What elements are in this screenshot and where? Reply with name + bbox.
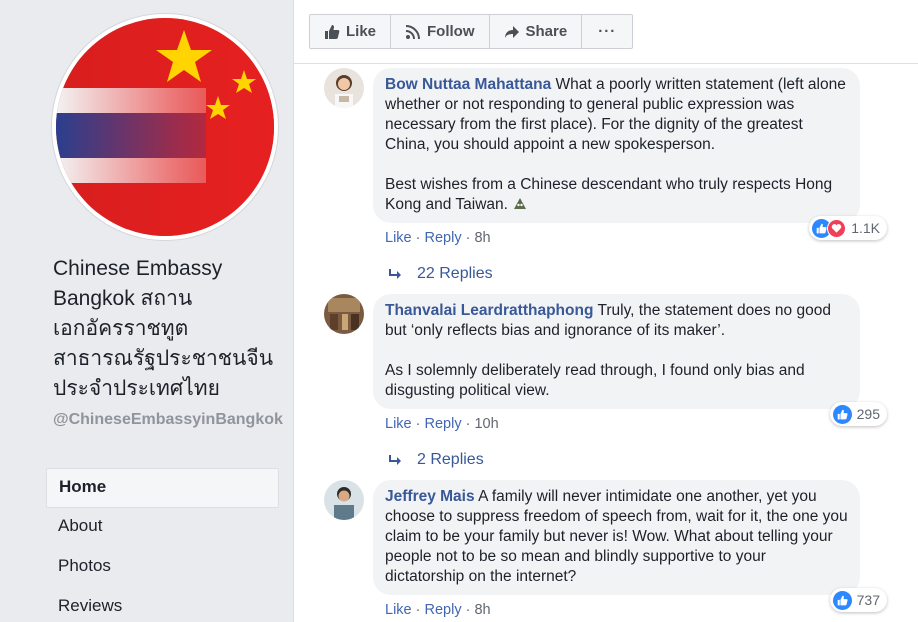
avatar-image xyxy=(324,294,364,334)
follow-page-button[interactable]: Follow xyxy=(391,15,490,48)
like-page-label: Like xyxy=(346,23,377,40)
comment-text-2: Best wishes from a Chinese descendant wh… xyxy=(385,176,833,213)
comment-timestamp[interactable]: 8h xyxy=(474,602,490,618)
comment-like-link[interactable]: Like xyxy=(385,416,412,432)
comment-reply-link[interactable]: Reply xyxy=(425,602,462,618)
main-column: Like Follow Share ··· Bow Nuttaa Mahatta… xyxy=(293,0,918,622)
comment-timestamp[interactable]: 8h xyxy=(474,230,490,246)
like-reaction-icon xyxy=(832,404,852,424)
comment-timestamp[interactable]: 10h xyxy=(474,416,498,432)
emoji-icon xyxy=(512,195,528,211)
comment-reply-link[interactable]: Reply xyxy=(425,416,462,432)
avatar[interactable] xyxy=(324,68,364,108)
page-handle[interactable]: @ChineseEmbassyinBangkok xyxy=(53,410,283,429)
reaction-total: 737 xyxy=(856,592,880,608)
more-options-icon: ··· xyxy=(598,23,617,40)
flag-profile-image xyxy=(56,18,274,236)
reaction-total: 295 xyxy=(856,406,880,422)
view-replies-link[interactable]: 22 Replies xyxy=(389,265,493,283)
avatar[interactable] xyxy=(324,294,364,334)
comment-meta: Like · Reply · 10h xyxy=(385,416,499,432)
comment-meta: Like · Reply · 8h xyxy=(385,602,491,618)
page-sidebar: Chinese Embassy Bangkok สถานเอกอัครราชทู… xyxy=(0,0,293,622)
comment-author[interactable]: Thanvalai Leardratthaphong xyxy=(385,302,593,319)
reaction-count[interactable]: 1.1K xyxy=(809,216,887,240)
comment-text-2: As I solemnly deliberately read through,… xyxy=(385,362,805,399)
reaction-count[interactable]: 295 xyxy=(829,402,887,426)
nav-item-home[interactable]: Home xyxy=(46,468,279,508)
avatar[interactable] xyxy=(324,480,364,520)
nav-item-reviews[interactable]: Reviews xyxy=(46,588,279,622)
nav-item-about[interactable]: About xyxy=(46,508,279,548)
comment-like-link[interactable]: Like xyxy=(385,230,412,246)
section-divider xyxy=(294,63,918,64)
follow-page-label: Follow xyxy=(427,23,475,40)
comment-bubble: Thanvalai Leardratthaphong Truly, the st… xyxy=(373,294,860,409)
page-nav: Home About Photos Reviews xyxy=(46,468,279,622)
comment-author[interactable]: Bow Nuttaa Mahattana xyxy=(385,76,551,93)
comment-bubble: Jeffrey Mais A family will never intimid… xyxy=(373,480,860,595)
avatar-image xyxy=(324,480,364,520)
share-page-label: Share xyxy=(525,23,568,40)
reply-arrow-icon xyxy=(389,269,401,279)
comment-reply-link[interactable]: Reply xyxy=(425,230,462,246)
comment-meta: Like · Reply · 8h xyxy=(385,230,491,246)
reaction-total: 1.1K xyxy=(851,220,880,236)
replies-count-label: 22 Replies xyxy=(417,265,493,282)
comment-bubble: Bow Nuttaa Mahattana What a poorly writt… xyxy=(373,68,860,223)
like-reaction-icon xyxy=(832,590,852,610)
comment-author[interactable]: Jeffrey Mais xyxy=(385,488,475,505)
more-options-button[interactable]: ··· xyxy=(582,15,632,48)
page-action-bar: Like Follow Share ··· xyxy=(309,14,634,49)
replies-count-label: 2 Replies xyxy=(417,451,484,468)
nav-item-photos[interactable]: Photos xyxy=(46,548,279,588)
profile-picture[interactable] xyxy=(52,14,278,240)
thumbs-up-icon xyxy=(325,24,340,39)
view-replies-link[interactable]: 2 Replies xyxy=(389,451,484,469)
reaction-count[interactable]: 737 xyxy=(829,588,887,612)
comment-like-link[interactable]: Like xyxy=(385,602,412,618)
avatar-image xyxy=(324,68,364,108)
share-arrow-icon xyxy=(504,25,519,38)
love-reaction-icon xyxy=(827,218,847,238)
like-page-button[interactable]: Like xyxy=(310,15,392,48)
reply-arrow-icon xyxy=(389,455,401,465)
share-page-button[interactable]: Share xyxy=(490,15,583,48)
page-title: Chinese Embassy Bangkok สถานเอกอัครราชทู… xyxy=(53,257,274,400)
rss-icon xyxy=(405,24,421,39)
